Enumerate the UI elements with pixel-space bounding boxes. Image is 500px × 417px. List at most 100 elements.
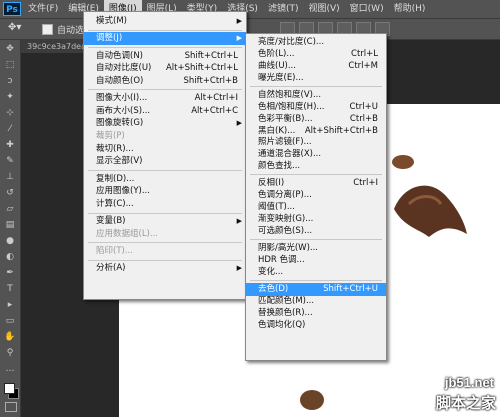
menu-bar-item[interactable]: 视图(V) [303, 0, 344, 18]
menu-item: 应用数据组(L)... [84, 228, 246, 241]
watermark-site: 脚本之家 [435, 394, 496, 412]
menu-item[interactable]: 应用图像(Y)... [84, 185, 246, 198]
eraser-tool-icon[interactable]: ▱ [3, 203, 17, 216]
menu-item-label: 颜色查找... [258, 161, 301, 172]
submenu-arrow-icon: ▶ [236, 119, 242, 128]
menu-item-label: 显示全部(V) [96, 156, 143, 167]
menu-item[interactable]: 图像大小(I)... Alt+Ctrl+I [84, 92, 246, 105]
type-tool-icon[interactable]: T [3, 283, 17, 296]
menu-item-label: 自动对比度(U) [96, 63, 152, 74]
menu-separator [250, 279, 382, 281]
image-fragment [392, 155, 414, 169]
menu-item[interactable]: 调整(J) ▶ [84, 32, 246, 46]
hand-tool-icon[interactable]: ✋ [3, 331, 17, 344]
menu-item[interactable]: 曝光度(E)... [246, 72, 386, 85]
photoshop-logo: Ps [3, 2, 21, 16]
auto-select-checkbox[interactable] [42, 23, 53, 35]
menu-item-shortcut: Shift+Ctrl+B [183, 75, 238, 86]
menu-item: 陷印(T)... [84, 245, 246, 258]
image-content [394, 185, 467, 237]
menu-item-label: 自动色调(N) [96, 50, 143, 61]
menu-item-label: 应用图像(Y)... [96, 186, 150, 197]
watermark-url: jb51.net [444, 375, 494, 390]
menu-item[interactable]: 分析(A) ▶ [84, 262, 246, 275]
brush-tool-icon[interactable]: ✎ [3, 155, 17, 168]
menu-separator [88, 259, 242, 261]
image-menu: 模式(M) ▶ 调整(J) ▶ 自动色调(N) Shift+Ctrl+L 自动对比度(U) A… [83, 11, 247, 300]
crop-tool-icon[interactable]: ⊹ [3, 107, 17, 120]
menu-item-label: 画布大小(S)... [96, 105, 151, 116]
menu-item[interactable]: 自动对比度(U) Alt+Shift+Ctrl+L [84, 62, 246, 75]
menu-separator [88, 212, 242, 214]
menu-item-label: 裁切(R)... [96, 143, 134, 154]
menu-item[interactable]: 颜色查找... [246, 160, 386, 173]
menu-separator [250, 85, 382, 87]
lasso-tool-icon[interactable]: ↄ [3, 75, 17, 88]
marquee-tool-icon[interactable]: ⬚ [3, 59, 17, 72]
menu-item-label: 曝光度(E)... [258, 72, 304, 83]
menu-item-shortcut: Alt+Ctrl+I [194, 93, 238, 104]
menu-item[interactable]: 自动色调(N) Shift+Ctrl+L [84, 50, 246, 63]
menu-bar-item[interactable]: 帮助(H) [389, 0, 431, 18]
shape-tool-icon[interactable]: ▭ [3, 315, 17, 328]
menu-item: 裁剪(P) [84, 130, 246, 143]
dodge-tool-icon[interactable]: ◐ [3, 251, 17, 264]
menu-item[interactable]: 计算(C)... [84, 198, 246, 211]
history-brush-icon[interactable]: ↺ [3, 187, 17, 200]
menu-item[interactable]: 显示全部(V) [84, 155, 246, 168]
menu-item[interactable]: 图像旋转(G) ▶ [84, 117, 246, 130]
menu-bar: Ps 文件(F) 编辑(E) 图像(I) 图层(L) 类型(Y) 选择(S) 滤镜(T) 视图… [0, 0, 500, 19]
menu-separator [88, 46, 242, 48]
menu-item[interactable]: 复制(D)... [84, 173, 246, 186]
pen-tool-icon[interactable]: ✒ [3, 267, 17, 280]
menu-bar-item[interactable]: 窗口(W) [345, 0, 389, 18]
move-tool-icon[interactable]: ✥ [3, 43, 17, 56]
menu-item-label: 调整(J) [96, 33, 123, 44]
submenu-arrow-icon: ▶ [236, 264, 242, 273]
menu-item-label: 自动颜色(O) [96, 75, 144, 86]
submenu-arrow-icon: ▶ [236, 34, 242, 43]
menu-item-label: 图像大小(I)... [96, 93, 148, 104]
foreground-color-swatch[interactable] [4, 383, 15, 394]
submenu-arrow-icon: ▶ [236, 217, 242, 226]
menu-separator [88, 29, 242, 31]
menu-item-label: 图像旋转(G) [96, 118, 144, 129]
gradient-tool-icon[interactable]: ▤ [3, 219, 17, 232]
magic-wand-icon[interactable]: ✦ [3, 91, 17, 104]
menu-item-label: 应用数据组(L)... [96, 228, 158, 239]
eyedropper-icon[interactable]: ⁄ [3, 123, 17, 136]
menu-item[interactable]: 色调均化(Q) [246, 319, 386, 332]
menu-item[interactable]: 裁切(R)... [84, 143, 246, 156]
menu-separator [88, 242, 242, 244]
menu-item-label: 变化... [258, 266, 284, 277]
menu-item[interactable]: 画布大小(S)... Alt+Ctrl+C [84, 105, 246, 118]
menu-separator [250, 174, 382, 176]
menu-item[interactable]: 自动颜色(O) Shift+Ctrl+B [84, 75, 246, 88]
blur-tool-icon[interactable]: ● [3, 235, 17, 248]
menu-bar-item[interactable]: 滤镜(T) [263, 0, 304, 18]
more-tools-icon[interactable]: … [3, 363, 17, 376]
menu-item-label: 色调均化(Q) [258, 319, 306, 330]
adjustments-submenu: 亮度/对比度(C)... 色阶(L)... Ctrl+L 曲线(U)... Ctrl+M… [245, 33, 387, 361]
menu-item[interactable]: 变化... [246, 266, 386, 279]
zoom-tool-icon[interactable]: ⚲ [3, 347, 17, 360]
menu-item-label: 分析(A) [96, 263, 126, 274]
menu-item[interactable]: 变量(B) ▶ [84, 215, 246, 228]
menu-item-shortcut: Shift+Ctrl+L [184, 50, 238, 61]
quick-mask-icon[interactable] [5, 402, 17, 412]
submenu-arrow-icon: ▶ [236, 17, 242, 25]
clone-stamp-icon[interactable]: ⊥ [3, 171, 17, 184]
menu-item-label: 裁剪(P) [96, 131, 125, 141]
path-select-icon[interactable]: ▸ [3, 299, 17, 312]
menu-separator [250, 238, 382, 240]
menu-separator [88, 89, 242, 91]
healing-brush-icon[interactable]: ✚ [3, 139, 17, 152]
menu-item-label: 陷印(T)... [96, 246, 133, 256]
menu-separator [88, 169, 242, 171]
image-fragment-bottom [300, 390, 324, 410]
menu-bar-item[interactable]: 文件(F) [23, 0, 63, 18]
move-tool-icon[interactable]: ✥▾ [8, 22, 24, 36]
menu-item[interactable]: 模式(M) ▶ [84, 15, 246, 28]
menu-item[interactable]: 可选颜色(S)... [246, 225, 386, 238]
menu-item-shortcut: Alt+Ctrl+C [191, 105, 238, 116]
